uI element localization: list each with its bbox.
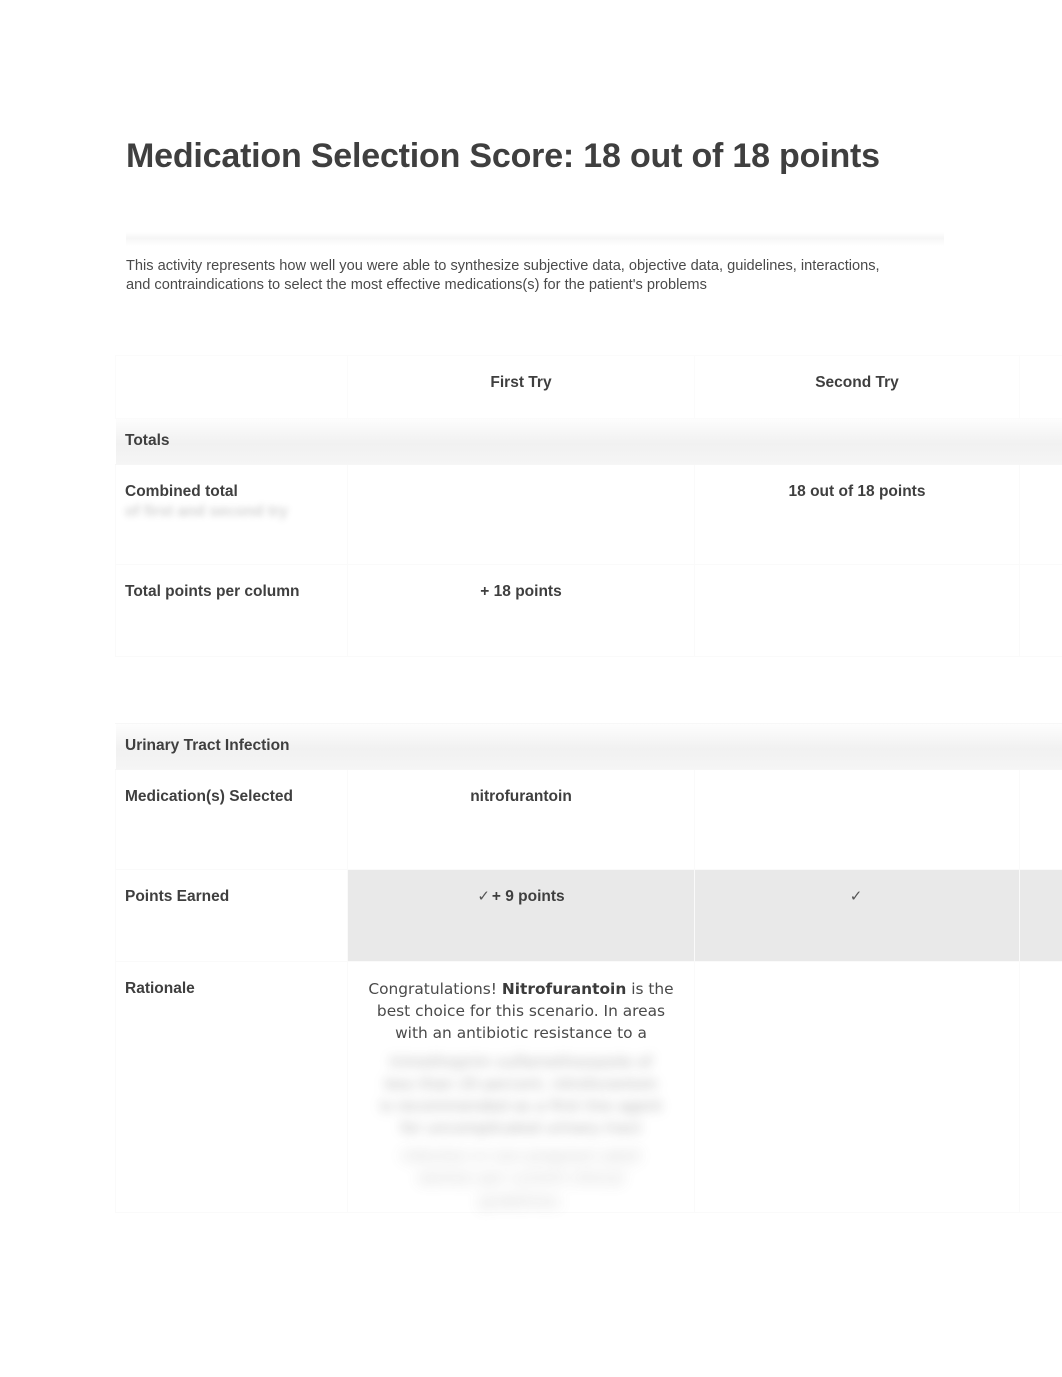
row-label-medications-selected: Medication(s) Selected <box>115 769 348 870</box>
row-label-rationale: Rationale <box>115 961 348 1213</box>
row-label-total-points-per-column: Total points per column <box>115 564 348 657</box>
row-label-combined-total: Combined total of first and second try <box>115 464 348 565</box>
cell-combined-total-second-try: 18 out of 18 points <box>694 464 1020 565</box>
cell-tail <box>1019 564 1062 657</box>
cell-total-points-second-try <box>694 564 1020 657</box>
page-title-wrap: Medication Selection Score: 18 out of 18… <box>126 136 926 176</box>
label-points-earned: Points Earned <box>125 888 230 905</box>
cell-medications-first-try: nitrofurantoin <box>347 769 695 870</box>
rationale-text: Congratulations! Nitrofurantoin is the b… <box>348 962 694 1045</box>
section-heading-totals: Totals <box>116 419 1062 464</box>
value-total-points-first-try: + 18 points <box>480 583 562 600</box>
rationale-obscured-text-2: infection in non pregnant adult women pe… <box>348 1145 694 1212</box>
header-second-try-label: Second Try <box>815 374 899 391</box>
header-first-try-label: First Try <box>490 374 552 391</box>
table-row-points-earned: Points Earned ✓ + 9 points ✓ <box>115 869 1062 962</box>
check-icon-second-try: ✓ <box>849 888 863 905</box>
header-cell-blank <box>115 355 348 419</box>
rationale-obscured-line: infection in non pregnant adult <box>401 1147 641 1166</box>
cell-rationale-second-try <box>694 961 1020 1213</box>
value-points-earned-first-try: + 9 points <box>491 888 565 905</box>
page-title: Medication Selection Score: 18 out of 18… <box>126 137 880 175</box>
section-band-uti-cell: Urinary Tract Infection <box>115 723 1062 770</box>
table-row: Combined total of first and second try 1… <box>115 464 1062 565</box>
cell-combined-total-first-try <box>347 464 695 565</box>
label-rationale: Rationale <box>125 980 195 997</box>
rationale-obscured-line: guidelines. <box>479 1191 563 1210</box>
value-combined-total-second-try: 18 out of 18 points <box>788 483 926 500</box>
rationale-obscured-line: trimethoprim sulfamethoxazole of <box>389 1052 653 1071</box>
cell-tail <box>1018 961 1062 1213</box>
value-medications-first-try: nitrofurantoin <box>470 788 572 805</box>
value-total-points-second-try <box>695 565 1019 597</box>
cell-points-earned-first-try: ✓ + 9 points <box>347 869 695 962</box>
score-page: Medication Selection Score: 18 out of 18… <box>0 0 1062 1377</box>
value-rationale-second-try <box>695 962 1019 994</box>
label-medications-selected: Medication(s) Selected <box>125 788 293 805</box>
section-band-uti: Urinary Tract Infection <box>115 723 1062 770</box>
cell-total-points-first-try: + 18 points <box>347 564 695 657</box>
rationale-intro: Congratulations! <box>368 980 502 998</box>
rationale-drug-name: Nitrofurantoin <box>501 980 627 998</box>
check-icon-first-try: ✓ <box>477 888 490 905</box>
cell-tail <box>1018 769 1062 870</box>
table-header-row: First Try Second Try <box>115 355 1062 419</box>
cell-points-earned-second-try: ✓ <box>694 869 1020 962</box>
label-total-points-per-column: Total points per column <box>125 583 300 600</box>
cell-medications-second-try <box>694 769 1020 870</box>
header-label-empty <box>116 356 347 390</box>
table-row: Total points per column + 18 points <box>115 564 1062 657</box>
rationale-obscured-line: for uncomplicated urinary tract <box>400 1119 642 1138</box>
rationale-obscured-line: women per current clinical <box>418 1169 624 1188</box>
label-combined-total: Combined total <box>125 483 238 500</box>
title-divider <box>126 232 944 246</box>
section-band-totals: Totals <box>115 418 1062 465</box>
section-heading-uti: Urinary Tract Infection <box>116 724 1062 769</box>
value-combined-total-first-try <box>348 465 694 497</box>
header-cell-tail <box>1019 355 1062 419</box>
uti-table: Urinary Tract Infection Medication(s) Se… <box>115 723 1062 1213</box>
section-band-totals-cell: Totals <box>115 418 1062 465</box>
header-cell-first-try: First Try <box>347 355 695 419</box>
rationale-obscured-line: less than 20 percent, nitrofurantoin <box>384 1074 658 1093</box>
table-row-rationale: Rationale Congratulations! Nitrofurantoi… <box>115 961 1062 1213</box>
cell-tail <box>1018 869 1062 962</box>
rationale-obscured-line: is recommended as a first line agent <box>379 1096 663 1115</box>
totals-table: First Try Second Try Totals Combined tot… <box>115 355 1062 657</box>
cell-tail <box>1019 464 1062 565</box>
row-label-points-earned: Points Earned <box>115 869 348 962</box>
rationale-obscured-text: trimethoprim sulfamethoxazole of less th… <box>348 1051 694 1140</box>
table-row: Medication(s) Selected nitrofurantoin <box>115 769 1062 870</box>
activity-description: This activity represents how well you we… <box>126 258 880 293</box>
header-cell-second-try: Second Try <box>694 355 1020 419</box>
cell-rationale-first-try: Congratulations! Nitrofurantoin is the b… <box>347 961 695 1213</box>
label-combined-total-continuation: of first and second try <box>125 503 288 520</box>
value-medications-second-try <box>695 770 1019 802</box>
